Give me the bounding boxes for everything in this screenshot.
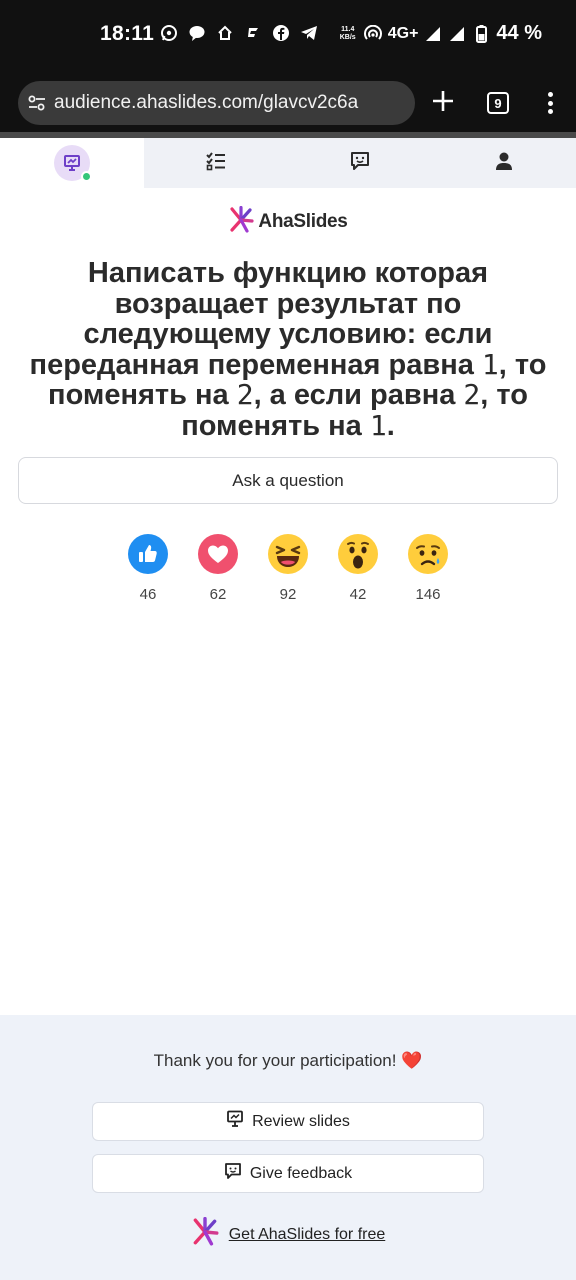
get-ahaslides-link[interactable]: Get AhaSlides for free — [0, 1216, 576, 1252]
reaction-count: 46 — [139, 586, 157, 603]
participation-footer: Thank you for your participation! ❤️ Rev… — [0, 1015, 576, 1280]
reaction-count: 92 — [279, 586, 297, 603]
brand-name: AhaSlides — [258, 211, 348, 232]
reaction-sad[interactable]: 146 — [393, 534, 463, 606]
give-feedback-label: Give feedback — [249, 1164, 353, 1182]
home-icon — [216, 24, 234, 42]
feedback-icon — [349, 150, 371, 177]
signal-icon — [424, 25, 442, 43]
reactions-bar: 46 62 92 42 146 — [113, 534, 463, 606]
review-slides-button[interactable]: Review slides — [92, 1102, 484, 1141]
address-bar[interactable]: audience.ahaslides.com/glavcv2c6a — [18, 81, 415, 125]
thanks-message: Thank you for your participation! ❤️ — [153, 1051, 423, 1070]
reaction-love[interactable]: 62 — [183, 534, 253, 606]
brand-logo: AhaSlides — [0, 205, 576, 239]
status-right: 11.4 KB/s 4G+ 44 % — [338, 22, 542, 45]
user-icon — [494, 151, 514, 176]
telegram-icon — [300, 24, 318, 42]
reaction-count: 42 — [349, 586, 367, 603]
network-type: 4G+ — [387, 24, 419, 42]
get-ahaslides-label[interactable]: Get AhaSlides for free — [229, 1226, 386, 1244]
sad-icon[interactable] — [408, 534, 448, 574]
signal-icon-2 — [448, 25, 466, 43]
app-tab-nav — [0, 138, 576, 188]
ahaslides-small-logo-icon — [191, 1216, 219, 1252]
give-feedback-button[interactable]: Give feedback — [92, 1154, 484, 1193]
status-time: 18:11 — [100, 22, 155, 45]
online-status-dot — [81, 171, 92, 182]
presentation-icon — [54, 145, 92, 182]
facebook-icon — [272, 24, 290, 42]
reaction-like[interactable]: 46 — [113, 534, 183, 606]
network-speed: 11.4 KB/s — [339, 25, 356, 41]
heart-icon[interactable] — [198, 534, 238, 574]
thumbs-up-icon[interactable] — [128, 534, 168, 574]
ahaslides-logo-icon — [228, 205, 255, 239]
browser-toolbar: audience.ahaslides.com/glavcv2c6a 9 — [0, 72, 576, 134]
laughing-icon[interactable] — [268, 534, 308, 574]
reaction-count: 146 — [415, 586, 441, 603]
browser-menu-icon[interactable] — [540, 90, 560, 116]
site-settings-icon[interactable] — [26, 92, 48, 114]
ask-question-button[interactable]: Ask a question — [18, 457, 558, 504]
hotspot-icon — [363, 24, 382, 43]
presentation-board-icon — [226, 1110, 244, 1133]
whatsapp-icon — [160, 24, 178, 42]
reaction-wow[interactable]: 42 — [323, 534, 393, 606]
tab-presentation[interactable] — [0, 138, 144, 188]
heart-emoji-icon: ❤️ — [401, 1051, 423, 1070]
review-slides-label: Review slides — [252, 1112, 350, 1130]
tab-checklist[interactable] — [144, 138, 288, 188]
notification-icons — [160, 24, 318, 42]
tab-feedback[interactable] — [288, 138, 432, 188]
battery-percent: 44 % — [496, 22, 542, 44]
question-title: Написать функцию которая возращает резул… — [29, 257, 547, 442]
url-text[interactable]: audience.ahaslides.com/glavcv2c6a — [54, 92, 358, 114]
chat-bubble-icon — [188, 24, 206, 42]
tab-switcher-button[interactable]: 9 — [487, 92, 509, 114]
surprised-icon[interactable] — [338, 534, 378, 574]
reaction-laugh[interactable]: 92 — [253, 534, 323, 606]
battery-icon — [472, 24, 490, 43]
flag-icon — [244, 24, 262, 42]
reaction-count: 62 — [209, 586, 227, 603]
status-bar: 18:11 11.4 KB/s 4G+ 44 % — [0, 0, 576, 72]
feedback-bubble-icon — [224, 1162, 242, 1185]
tab-profile[interactable] — [432, 138, 576, 188]
checklist-icon — [205, 150, 227, 177]
new-tab-button[interactable] — [430, 88, 456, 114]
